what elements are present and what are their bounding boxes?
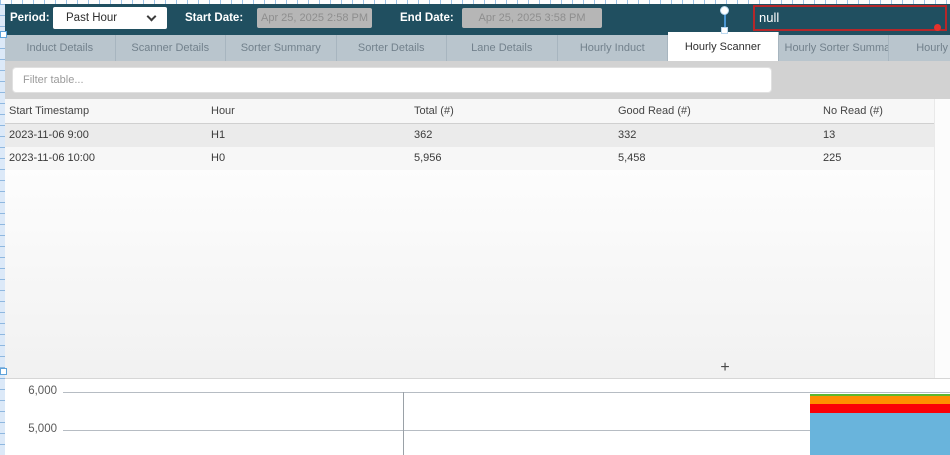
expand-divider-icon[interactable]: + xyxy=(716,359,734,377)
column-header[interactable]: Hour xyxy=(207,99,410,123)
stacked-bar xyxy=(810,379,950,455)
scrollbar-track[interactable] xyxy=(934,99,950,378)
column-header[interactable]: Total (#) xyxy=(410,99,614,123)
y-axis-tick-label: 6,000 xyxy=(5,385,57,397)
table-body: 2023-11-06 9:00H1362332132023-11-06 10:0… xyxy=(5,124,950,170)
period-select[interactable]: Past Hour xyxy=(53,7,167,29)
error-dot-indicator xyxy=(934,24,941,31)
tab-sorter-details[interactable]: Sorter Details xyxy=(337,35,448,61)
period-label: Period: xyxy=(10,4,50,32)
end-date-input[interactable] xyxy=(462,8,602,28)
selection-handle-top-square[interactable] xyxy=(721,27,728,34)
table-cell: 5,458 xyxy=(614,147,819,170)
table-cell: 13 xyxy=(819,124,950,147)
data-table: Start TimestampHourTotal (#)Good Read (#… xyxy=(5,99,950,378)
tab-scanner-details[interactable]: Scanner Details xyxy=(116,35,227,61)
bar-segment-segment-green xyxy=(810,394,950,396)
period-select-value: Past Hour xyxy=(66,12,117,24)
table-cell: 225 xyxy=(819,147,950,170)
column-header[interactable]: Good Read (#) xyxy=(614,99,819,123)
category-divider-line xyxy=(403,392,404,455)
table-cell: 2023-11-06 10:00 xyxy=(5,147,207,170)
table-row[interactable]: 2023-11-06 10:00H05,9565,458225 xyxy=(5,147,950,170)
table-cell: 332 xyxy=(614,124,819,147)
tab-hourly-scanner[interactable]: Hourly Scanner xyxy=(668,32,779,61)
y-axis-tick-label: 5,000 xyxy=(5,423,57,435)
end-date-label: End Date: xyxy=(400,4,454,32)
tab-lane-details[interactable]: Lane Details xyxy=(447,35,558,61)
filter-bar xyxy=(5,61,950,99)
filter-input[interactable] xyxy=(12,67,772,93)
tab-bar: Induct DetailsScanner DetailsSorter Summ… xyxy=(5,32,950,61)
tab-sorter-summary[interactable]: Sorter Summary xyxy=(226,35,337,61)
tab-induct-details[interactable]: Induct Details xyxy=(5,35,116,61)
tab-hourly-sorter-summar[interactable]: Hourly Sorter Summar xyxy=(779,35,890,61)
bar-segment-no-read xyxy=(810,404,950,413)
hourly-scanner-chart: 6,000 5,000 xyxy=(5,379,950,455)
chevron-down-icon xyxy=(147,12,157,22)
table-row[interactable]: 2023-11-06 9:00H136233213 xyxy=(5,124,950,147)
stacked-bar xyxy=(175,379,320,455)
table-header: Start TimestampHourTotal (#)Good Read (#… xyxy=(5,99,950,124)
column-header[interactable]: Start Timestamp xyxy=(5,99,207,123)
start-date-input[interactable] xyxy=(257,8,372,28)
selected-element-value: null xyxy=(759,10,779,25)
bar-segment-good-read xyxy=(810,413,950,455)
table-cell: H1 xyxy=(207,124,410,147)
selection-handle-left-bottom[interactable] xyxy=(0,368,7,375)
table-cell: 5,956 xyxy=(410,147,614,170)
table-cell: H0 xyxy=(207,147,410,170)
selection-handle-top-circle[interactable] xyxy=(720,6,729,15)
tab-hourly-induct[interactable]: Hourly Induct xyxy=(558,35,669,61)
column-header[interactable]: No Read (#) xyxy=(819,99,950,123)
toolbar: Period: Past Hour Start Date: End Date: … xyxy=(5,4,950,32)
table-cell: 2023-11-06 9:00 xyxy=(5,124,207,147)
start-date-label: Start Date: xyxy=(185,4,243,32)
selected-element-overlay[interactable]: null xyxy=(753,5,947,31)
bar-segment-segment-orange xyxy=(810,396,950,404)
selection-handle-left-top[interactable] xyxy=(0,31,7,38)
app-window: Period: Past Hour Start Date: End Date: … xyxy=(0,0,950,455)
tab-hourly-sort[interactable]: Hourly Sort xyxy=(889,35,950,61)
table-cell: 362 xyxy=(410,124,614,147)
